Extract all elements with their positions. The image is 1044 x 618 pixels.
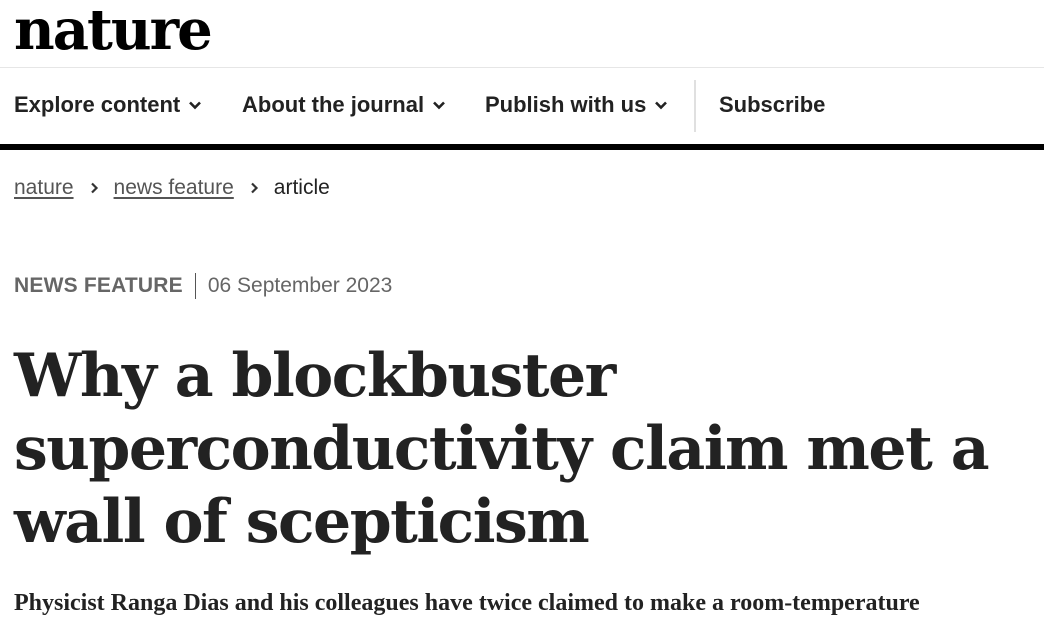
- chevron-down-icon: [655, 101, 668, 110]
- nav-explore-content[interactable]: Explore content: [14, 92, 202, 118]
- nature-logo[interactable]: nature: [14, 0, 213, 64]
- nav-item-label: About the journal: [242, 92, 425, 117]
- article-date: 06 September 2023: [207, 274, 393, 297]
- subscribe-label: Subscribe: [719, 92, 826, 117]
- chevron-right-icon: [90, 182, 98, 194]
- article-meta: NEWS FEATURE 06 September 2023: [14, 273, 392, 299]
- breadcrumb: nature news feature article: [14, 176, 330, 200]
- site-header: nature Explore content About the journal…: [0, 0, 1044, 150]
- chevron-right-icon: [251, 182, 258, 194]
- nav-item-label: Explore content: [14, 92, 181, 117]
- breadcrumb-link-news-feature[interactable]: news feature: [114, 176, 234, 200]
- article-standfirst: Physicist Ranga Dias and his colleagues …: [14, 590, 920, 616]
- nav-item-label: Publish with us: [485, 92, 647, 117]
- nav-about-journal[interactable]: About the journal: [242, 92, 446, 118]
- main-nav: Explore content About the journal Publis…: [0, 68, 1044, 150]
- chevron-down-icon: [189, 101, 202, 110]
- logo-bar: nature: [0, 0, 1044, 68]
- chevron-down-icon: [433, 101, 446, 110]
- nav-divider: [694, 80, 696, 132]
- breadcrumb-link-nature[interactable]: nature: [14, 176, 74, 200]
- breadcrumb-current: article: [273, 176, 330, 199]
- nav-publish-with-us[interactable]: Publish with us: [485, 92, 668, 118]
- meta-divider: [194, 273, 196, 299]
- article-type: NEWS FEATURE: [14, 274, 183, 297]
- subscribe-link[interactable]: Subscribe: [719, 92, 825, 118]
- article-title: Why a blockbuster superconductivity clai…: [14, 341, 990, 557]
